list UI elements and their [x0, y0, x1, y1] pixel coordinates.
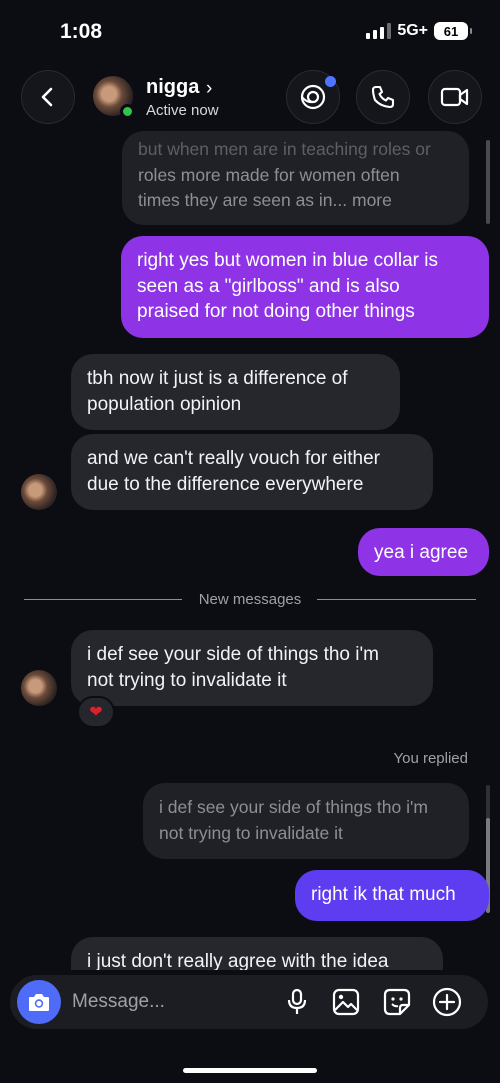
message-text: seen as a "girlboss" and is also	[137, 275, 400, 297]
video-call-button[interactable]	[428, 70, 482, 124]
message-text: roles more made for women often	[138, 164, 400, 185]
message-text: times they are seen as in... more	[138, 190, 392, 210]
message-outgoing[interactable]: right yes but women in blue collar is se…	[121, 236, 489, 338]
theme-icon	[300, 84, 326, 110]
back-button[interactable]	[21, 70, 75, 124]
message-text: right ik that much	[311, 884, 456, 905]
scroll-indicator[interactable]	[486, 140, 490, 224]
online-indicator	[120, 104, 135, 119]
message-text: i def see your side of things tho i'm	[87, 644, 379, 665]
message-text: yea i agree	[374, 542, 469, 563]
message-text: not trying to invalidate it	[87, 669, 287, 691]
contact-name[interactable]: nigga	[146, 76, 199, 99]
gallery-button[interactable]	[331, 987, 361, 1017]
active-status: Active now	[146, 102, 219, 119]
sender-avatar[interactable]	[21, 474, 57, 510]
sticker-button[interactable]	[382, 987, 412, 1017]
message-text: but when men are in teaching roles or	[138, 139, 431, 159]
message-outgoing[interactable]: yea i agree	[358, 528, 489, 576]
battery-level: 61	[443, 23, 459, 39]
message-incoming[interactable]: i def see your side of things tho i'm no…	[71, 630, 433, 706]
battery-icon: 61	[434, 22, 472, 40]
more-options-button[interactable]	[432, 987, 462, 1017]
status-time: 1:08	[60, 20, 103, 43]
new-messages-divider: New messages	[24, 591, 476, 609]
camera-icon	[29, 994, 49, 1011]
heart-icon: ❤	[89, 704, 103, 721]
message-incoming[interactable]: and we can't really vouch for either due…	[71, 434, 433, 510]
sticker-icon	[383, 988, 411, 1016]
message-incoming[interactable]: but when men are in teaching roles or ro…	[122, 131, 469, 225]
message-incoming[interactable]: tbh now it just is a difference of popul…	[71, 354, 400, 430]
theme-badge	[325, 76, 336, 87]
message-text: and we can't really vouch for either	[87, 448, 381, 469]
quoted-message[interactable]: i def see your side of things tho i'm no…	[143, 783, 469, 859]
quoted-text: not trying to invalidate it	[159, 822, 343, 843]
status-indicators: 5G+ 61	[366, 22, 472, 40]
phone-icon	[371, 85, 395, 109]
network-type: 5G+	[397, 22, 428, 39]
message-input[interactable]	[72, 987, 272, 1017]
chat-header: nigga › Active now	[0, 66, 500, 128]
microphone-icon	[287, 988, 307, 1014]
divider-line	[317, 599, 476, 600]
chat-theme-button[interactable]	[286, 70, 340, 124]
home-indicator[interactable]	[183, 1068, 317, 1073]
video-camera-icon	[440, 87, 469, 107]
heart-reaction[interactable]: ❤	[77, 696, 115, 728]
voice-message-button[interactable]	[282, 987, 312, 1017]
quoted-text: i def see your side of things tho i'm	[159, 797, 428, 817]
plus-icon	[432, 987, 462, 1017]
message-text: praised for not doing other things	[137, 301, 415, 322]
sender-avatar[interactable]	[21, 670, 57, 706]
message-composer	[10, 975, 488, 1029]
camera-button[interactable]	[17, 980, 61, 1024]
chevron-right-icon[interactable]: ›	[206, 78, 212, 100]
back-arrow-icon	[41, 87, 53, 107]
audio-call-button[interactable]	[356, 70, 410, 124]
signal-icon	[366, 23, 392, 39]
message-outgoing[interactable]: right ik that much	[295, 870, 489, 921]
message-text: right yes but women in blue collar is	[137, 250, 438, 271]
image-icon	[332, 988, 360, 1016]
message-text: population opinion	[87, 393, 242, 415]
message-text: due to the difference everywhere	[87, 473, 364, 495]
message-text: tbh now it just is a difference of	[87, 368, 348, 389]
status-bar: 1:08 5G+ 61	[0, 0, 500, 64]
you-replied-label: You replied	[393, 750, 468, 767]
